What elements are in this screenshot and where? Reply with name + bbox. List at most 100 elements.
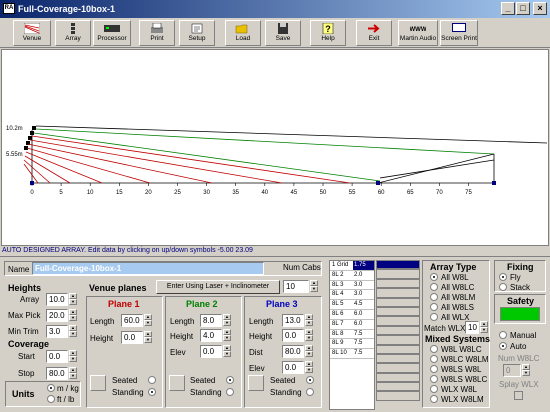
plane3-dist-spinner[interactable]: ▲ ▼: [305, 345, 313, 358]
array-type-radio-4[interactable]: [430, 313, 438, 321]
save-button[interactable]: Save: [265, 20, 301, 46]
array-type-radio-0[interactable]: [430, 273, 438, 281]
maximize-button[interactable]: □: [516, 2, 530, 15]
cabinet-slot[interactable]: [376, 278, 420, 289]
exit-button[interactable]: Exit: [356, 20, 392, 46]
cabinet-slot[interactable]: [376, 260, 420, 270]
venue-button[interactable]: Venue: [13, 20, 51, 46]
array-button[interactable]: Array: [55, 20, 91, 46]
splay-wlx-checkbox[interactable]: [514, 391, 523, 400]
plane3-height-spinner[interactable]: ▲ ▼: [305, 329, 313, 342]
mode-auto-radio[interactable]: [499, 342, 507, 350]
plane3-dist-input[interactable]: 80.0: [282, 345, 304, 358]
martin-audio-button[interactable]: WWW Martin Audio: [398, 20, 438, 46]
cabinet-slot[interactable]: [376, 353, 420, 364]
table-row[interactable]: 8L 8 7.5: [330, 329, 374, 340]
plane2-length-spinner[interactable]: ▲ ▼: [223, 314, 231, 327]
setup-button[interactable]: Setup: [179, 20, 215, 46]
array-type-radio-2[interactable]: [430, 293, 438, 301]
mixed-radio-5[interactable]: [430, 395, 438, 403]
table-row[interactable]: 8L 3 3.0: [330, 280, 374, 291]
plane2-standing-radio[interactable]: [226, 388, 234, 396]
table-row[interactable]: 8L 4 3.0: [330, 290, 374, 301]
print-button[interactable]: Print: [139, 20, 175, 46]
cabinet-slot[interactable]: [376, 288, 420, 298]
plane1-length-input[interactable]: 60.0: [121, 314, 143, 327]
plane3-length-input[interactable]: 13.0: [282, 314, 304, 327]
table-row[interactable]: 8L 5 4.5: [330, 300, 374, 310]
cabinet-slot[interactable]: [376, 269, 420, 279]
num-w8lc-input[interactable]: 0: [503, 364, 521, 377]
array-type-radio-3[interactable]: [430, 303, 438, 311]
min-trim-spinner[interactable]: ▲ ▼: [69, 325, 77, 338]
plane2-height-spinner[interactable]: ▲ ▼: [223, 329, 231, 342]
num-cabs-input[interactable]: 10: [283, 280, 309, 293]
screen-print-button[interactable]: Screen Print: [440, 20, 478, 46]
table-row[interactable]: 8L 9 7.5: [330, 339, 374, 350]
mixed-radio-4[interactable]: [430, 385, 438, 393]
table-row[interactable]: 8L 7 6.0: [330, 319, 374, 330]
min-trim-input[interactable]: 3.0: [46, 325, 68, 338]
cabinet-angle-table[interactable]: 1 Grid 1.75 8L 2 2.0 8L 3 3.0 8L 4 3.0 8L 54…: [329, 260, 375, 410]
processor-button[interactable]: Processor: [93, 20, 131, 46]
plane1-length-spinner[interactable]: ▲ ▼: [144, 314, 152, 327]
plane2-length-input[interactable]: 8.0: [200, 314, 222, 327]
cabinet-slot[interactable]: [376, 306, 420, 317]
cabinet-slot[interactable]: [376, 363, 420, 373]
name-input[interactable]: Full-Coverage-10box-1: [32, 262, 264, 275]
match-wlx-spinner[interactable]: ▲ ▼: [480, 321, 488, 334]
units-imperial-radio[interactable]: [47, 395, 55, 403]
table-row[interactable]: 8L 6 6.0: [330, 309, 374, 320]
plane1-seated-radio[interactable]: [148, 376, 156, 384]
max-pick-spinner[interactable]: ▲ ▼: [69, 309, 77, 322]
cabinet-slot[interactable]: [376, 297, 420, 307]
fixing-stack-radio[interactable]: [499, 283, 507, 291]
cabinet-slot[interactable]: [376, 316, 420, 326]
num-cabs-spinner[interactable]: ▲ ▼: [310, 280, 318, 293]
table-row[interactable]: 8L 10 7.5: [330, 349, 374, 359]
help-button[interactable]: ? Help: [310, 20, 346, 46]
mixed-radio-2[interactable]: [430, 365, 438, 373]
start-spinner[interactable]: ▲ ▼: [69, 350, 77, 363]
plane2-height-input[interactable]: 4.0: [200, 329, 222, 342]
plane3-standing-radio[interactable]: [306, 388, 314, 396]
units-metric-radio[interactable]: [47, 384, 55, 392]
array-height-input[interactable]: 10.0: [46, 293, 68, 306]
coverage-plot[interactable]: 0 5 10 15 20 25 30 35 40 45 50 55 60 65 70 75: [1, 49, 549, 246]
plane2-elev-spinner[interactable]: ▲ ▼: [223, 345, 231, 358]
stop-spinner[interactable]: ▲ ▼: [69, 367, 77, 380]
close-button[interactable]: ×: [533, 2, 547, 15]
table-row[interactable]: 8L 2 2.0: [330, 270, 374, 281]
plane1-standing-radio[interactable]: [148, 388, 156, 396]
cabinet-slot[interactable]: [376, 344, 420, 354]
plane1-height-spinner[interactable]: ▲ ▼: [144, 331, 152, 344]
mixed-radio-1[interactable]: [430, 355, 438, 363]
cabinet-slot[interactable]: [376, 335, 420, 345]
plane3-length-spinner[interactable]: ▲ ▼: [305, 314, 313, 327]
match-wlx-input[interactable]: 10: [465, 321, 479, 334]
array-type-radio-1[interactable]: [430, 283, 438, 291]
num-w8lc-spinner[interactable]: ▲ ▼: [522, 364, 530, 377]
stop-input[interactable]: 80.0: [46, 367, 68, 380]
laser-inclinometer-button[interactable]: Enter Using Laser + Inclinometer: [156, 280, 280, 294]
plane3-elev-input[interactable]: 0.0: [282, 361, 304, 374]
start-input[interactable]: 0.0: [46, 350, 68, 363]
max-pick-input[interactable]: 20.0: [46, 309, 68, 322]
fixing-fly-radio[interactable]: [499, 273, 507, 281]
cabinet-slot[interactable]: [376, 382, 420, 392]
mixed-radio-0[interactable]: [430, 345, 438, 353]
plane2-elev-input[interactable]: 0.0: [200, 345, 222, 358]
minimize-button[interactable]: _: [501, 2, 515, 15]
plane2-seated-radio[interactable]: [226, 376, 234, 384]
cabinet-slot[interactable]: [376, 325, 420, 336]
array-height-spinner[interactable]: ▲ ▼: [69, 293, 77, 306]
plane1-height-input[interactable]: 0.0: [121, 331, 143, 344]
mixed-radio-3[interactable]: [430, 375, 438, 383]
plane3-elev-spinner[interactable]: ▲ ▼: [305, 361, 313, 374]
cabinet-slot[interactable]: [376, 372, 420, 383]
mode-manual-radio[interactable]: [499, 331, 507, 339]
table-row[interactable]: 1 Grid 1.75: [330, 261, 374, 271]
cabinet-slot[interactable]: [376, 391, 420, 401]
plane3-seated-radio[interactable]: [306, 376, 314, 384]
load-button[interactable]: Load: [225, 20, 261, 46]
